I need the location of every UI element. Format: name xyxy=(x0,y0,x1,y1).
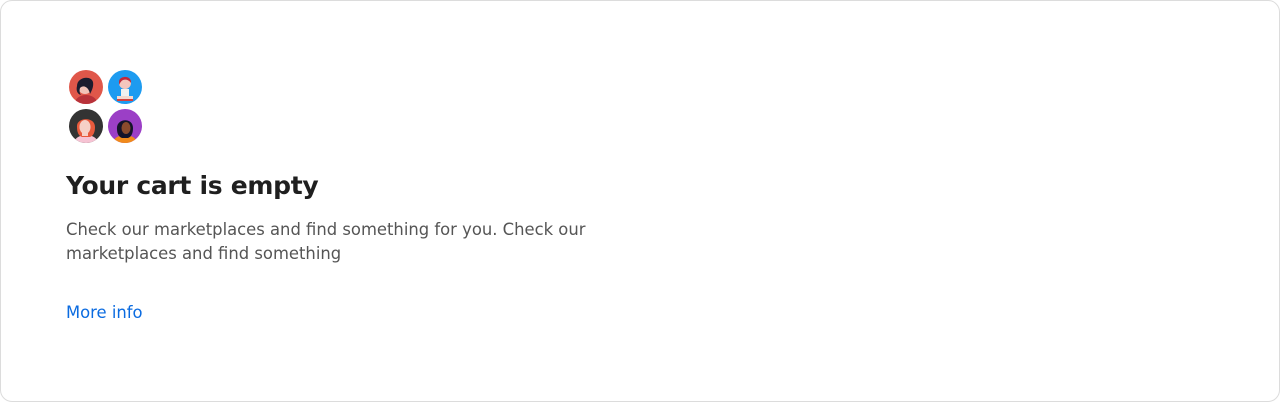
more-info-link[interactable]: More info xyxy=(66,301,143,325)
page-title: Your cart is empty xyxy=(66,171,319,200)
person-avatar-icon xyxy=(69,109,103,143)
empty-state-description: Check our marketplaces and find somethin… xyxy=(66,220,586,263)
person-avatar-icon xyxy=(108,70,142,104)
empty-cart-card: Your cart is empty Check our marketplace… xyxy=(0,0,1280,402)
person-avatar-icon xyxy=(69,70,103,104)
person-avatar-icon xyxy=(108,109,142,143)
avatar-group xyxy=(69,70,143,144)
